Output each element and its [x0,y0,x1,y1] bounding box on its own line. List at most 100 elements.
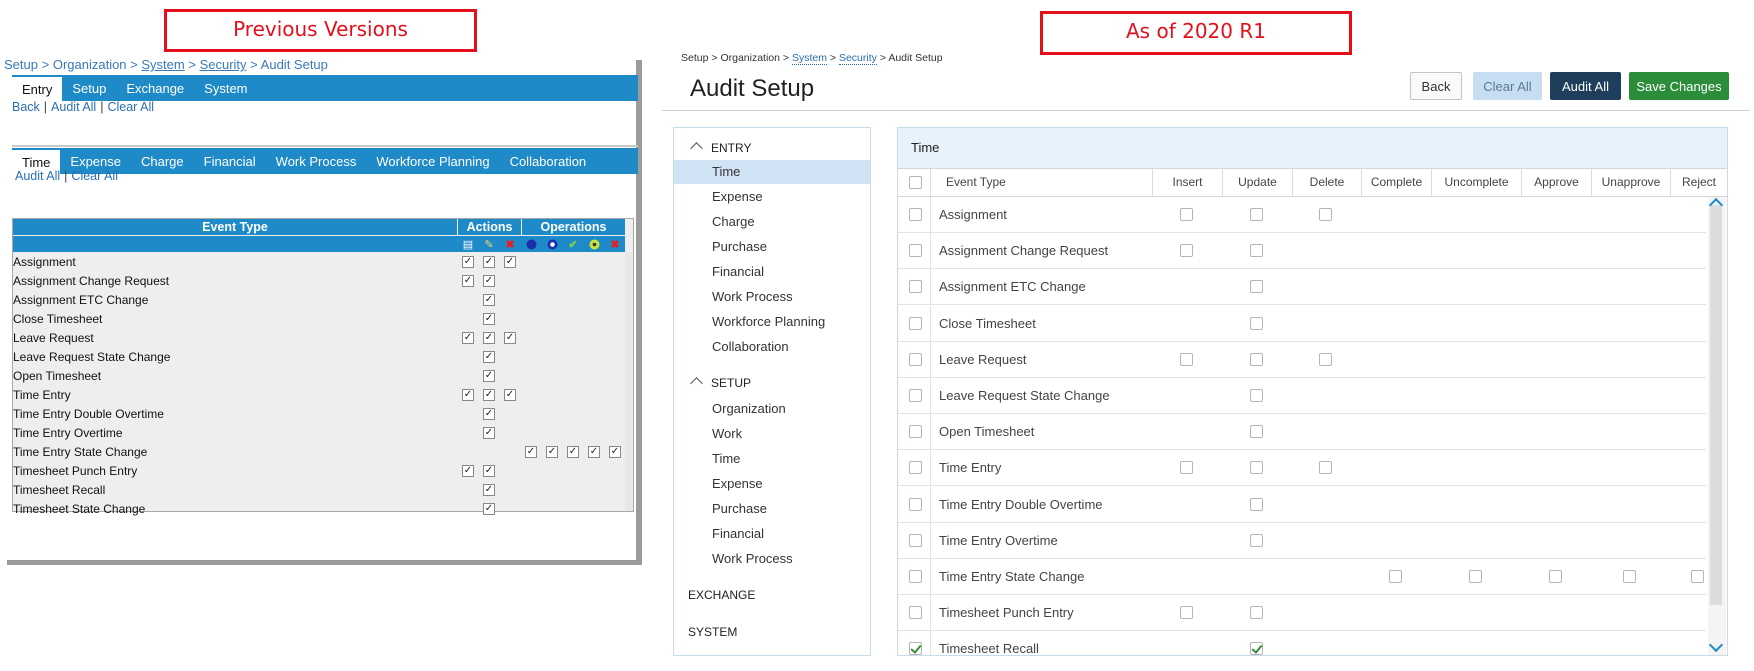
audit-checkbox[interactable] [1250,280,1263,294]
nav-section-exchange[interactable]: EXCHANGE [688,588,755,602]
column-update[interactable]: Update [1222,169,1292,196]
nav-section-setup[interactable]: SETUP [688,376,751,390]
nav-item-setup-financial[interactable]: Financial [674,522,870,546]
audit-checkbox[interactable] [1180,606,1193,620]
row-checkbox[interactable] [909,642,922,655]
nav-item-setup-time[interactable]: Time [674,447,870,471]
column-insert[interactable]: Insert [1152,169,1222,196]
audit-checkbox[interactable] [1250,208,1263,221]
audit-checkbox[interactable]: ✓ [483,256,495,268]
row-checkbox[interactable] [909,280,922,294]
audit-checkbox[interactable]: ✓ [504,256,516,268]
nav-item-setup-purchase[interactable]: Purchase [674,497,870,521]
tab-exchange[interactable]: Exchange [116,75,194,101]
audit-checkbox[interactable] [1319,208,1332,221]
audit-all-link[interactable]: Audit All [51,100,96,114]
row-checkbox[interactable] [909,389,922,402]
row-checkbox[interactable] [909,606,922,620]
audit-checkbox[interactable]: ✓ [462,389,474,401]
nav-item-setup-organization[interactable]: Organization [674,397,870,421]
audit-checkbox[interactable]: ✓ [483,484,495,496]
column-event-type[interactable]: Event Type [930,169,1152,196]
nav-item-entry-collaboration[interactable]: Collaboration [674,335,870,359]
breadcrumb-setup[interactable]: Setup [681,52,708,64]
row-checkbox[interactable] [909,570,922,583]
audit-checkbox[interactable]: ✓ [504,332,516,344]
tab-collaboration[interactable]: Collaboration [500,148,597,174]
tab-charge[interactable]: Charge [131,148,194,174]
audit-checkbox[interactable] [1250,606,1263,620]
column-uncomplete[interactable]: Uncomplete [1431,169,1521,196]
audit-checkbox[interactable]: ✓ [525,446,537,458]
audit-checkbox[interactable]: ✓ [483,408,495,420]
column-delete[interactable]: Delete [1292,169,1361,196]
row-checkbox[interactable] [909,244,922,258]
save-changes-button[interactable]: Save Changes [1629,72,1729,100]
tab-workforce-planning[interactable]: Workforce Planning [366,148,499,174]
audit-checkbox[interactable]: ✓ [567,446,579,458]
tab-setup[interactable]: Setup [62,75,116,101]
audit-checkbox[interactable] [1250,497,1263,511]
audit-all-button[interactable]: Audit All [1550,72,1621,100]
tab-system[interactable]: System [194,75,257,101]
audit-checkbox[interactable] [1180,208,1193,221]
nav-item-entry-work-process[interactable]: Work Process [674,285,870,309]
row-checkbox[interactable] [909,208,922,221]
nav-item-entry-purchase[interactable]: Purchase [674,235,870,259]
column-complete[interactable]: Complete [1361,169,1431,196]
nav-item-entry-charge[interactable]: Charge [674,210,870,234]
row-checkbox[interactable] [909,352,922,366]
breadcrumb-system[interactable]: System [791,52,827,65]
nav-section-entry[interactable]: ENTRY [688,141,751,155]
audit-checkbox[interactable]: ✓ [462,256,474,268]
row-checkbox[interactable] [909,533,922,547]
nav-item-entry-time[interactable]: Time [674,160,870,184]
audit-checkbox[interactable] [1250,533,1263,547]
row-checkbox[interactable] [909,497,922,511]
tab-financial[interactable]: Financial [194,148,266,174]
column-reject[interactable]: Reject [1670,169,1727,196]
nav-item-entry-expense[interactable]: Expense [674,185,870,209]
audit-checkbox[interactable]: ✓ [462,465,474,477]
audit-checkbox[interactable]: ✓ [588,446,600,458]
nav-section-system[interactable]: SYSTEM [688,625,737,639]
audit-checkbox[interactable] [1691,570,1704,583]
back-button[interactable]: Back [1410,72,1462,100]
scrollbar-thumb[interactable] [1710,205,1722,605]
audit-all-link[interactable]: Audit All [15,169,60,183]
audit-checkbox[interactable]: ✓ [462,332,474,344]
nav-item-setup-work[interactable]: Work [674,422,870,446]
audit-checkbox[interactable] [1389,570,1402,583]
audit-checkbox[interactable] [1180,244,1193,258]
row-checkbox[interactable] [909,461,922,475]
audit-checkbox[interactable]: ✓ [483,465,495,477]
back-link[interactable]: Back [12,100,40,114]
breadcrumb-organization[interactable]: Organization [720,52,780,64]
audit-checkbox[interactable] [1549,570,1562,583]
clear-all-button[interactable]: Clear All [1473,72,1542,100]
audit-checkbox[interactable] [1180,461,1193,475]
audit-checkbox[interactable]: ✓ [609,446,621,458]
audit-checkbox[interactable]: ✓ [483,294,495,306]
audit-checkbox[interactable]: ✓ [483,370,495,382]
row-checkbox[interactable] [909,316,922,330]
audit-checkbox[interactable]: ✓ [546,446,558,458]
audit-checkbox[interactable] [1180,352,1193,366]
audit-checkbox[interactable] [1250,425,1263,439]
audit-checkbox[interactable]: ✓ [483,275,495,287]
audit-checkbox[interactable]: ✓ [483,332,495,344]
column-approve[interactable]: Approve [1521,169,1591,196]
nav-item-setup-work-process[interactable]: Work Process [674,547,870,571]
audit-checkbox[interactable]: ✓ [483,427,495,439]
tab-entry[interactable]: Entry [12,77,63,101]
breadcrumb-security[interactable]: Security [838,52,877,65]
row-checkbox[interactable] [909,425,922,439]
audit-checkbox[interactable] [1250,461,1263,475]
scrollbar[interactable] [1708,197,1726,655]
audit-checkbox[interactable] [1250,244,1263,258]
nav-item-entry-financial[interactable]: Financial [674,260,870,284]
scrollbar[interactable] [625,252,633,511]
audit-checkbox[interactable] [1250,389,1263,402]
audit-checkbox[interactable] [1250,316,1263,330]
audit-checkbox[interactable] [1250,642,1263,655]
